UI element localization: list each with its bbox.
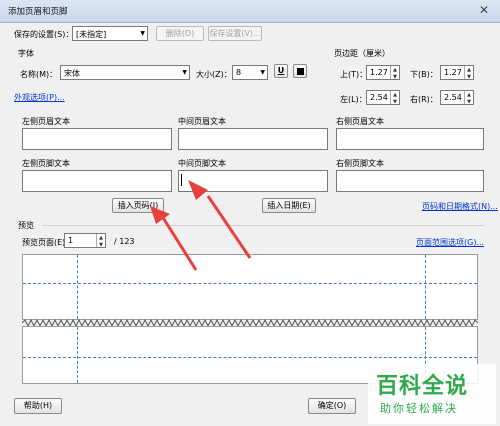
arrow-head-insert-page: [188, 180, 208, 200]
annotation-arrows: [150, 180, 252, 271]
watermark-main-text: 百科全说: [376, 374, 469, 399]
watermark-logo: 百科全说 助你轻松解决: [368, 364, 496, 424]
arrow-shaft-footer: [160, 215, 198, 271]
arrow-shaft-insert-page: [206, 195, 252, 259]
watermark-sub-text: 助你轻松解决: [380, 402, 458, 415]
